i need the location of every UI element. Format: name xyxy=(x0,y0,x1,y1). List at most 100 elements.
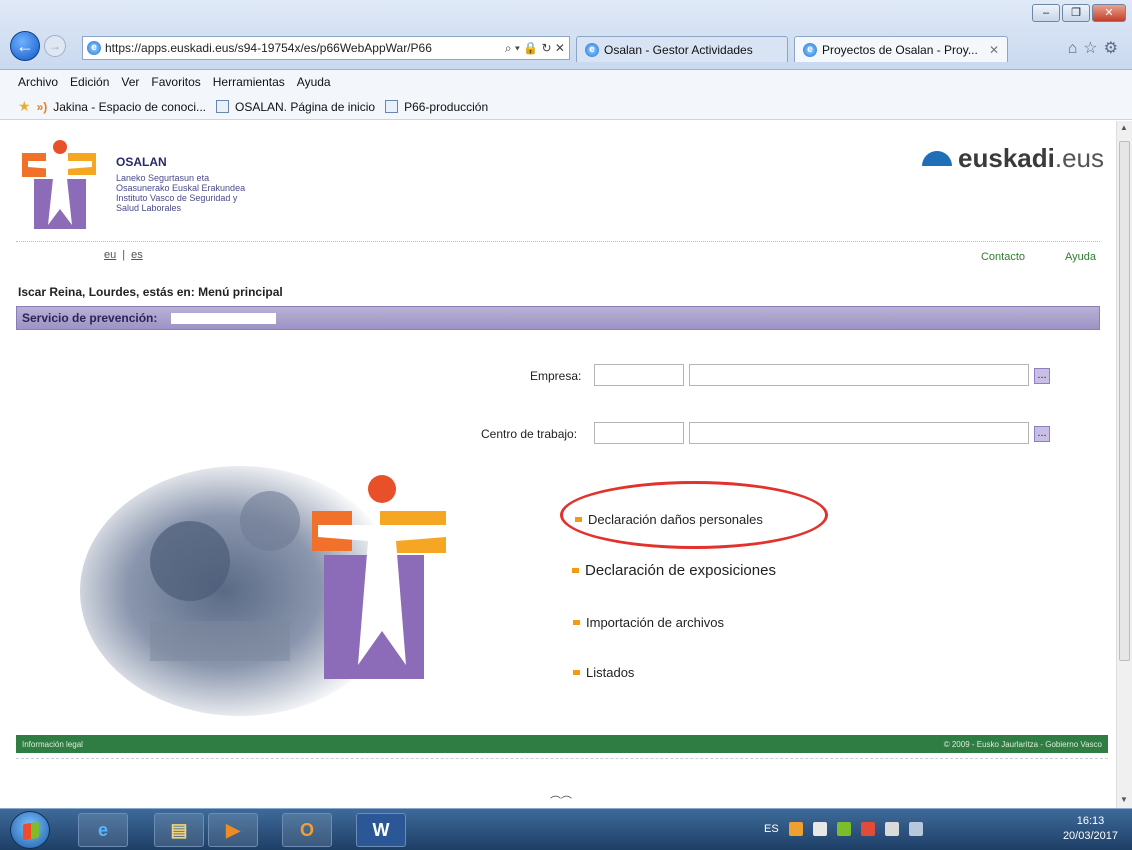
top-links: Contacto Ayuda xyxy=(981,251,1096,263)
copyright-text: © 2009 - Eusko Jaurlaritza - Gobierno Va… xyxy=(943,739,1102,749)
page-scrollbar[interactable]: ▲ ▼ xyxy=(1116,121,1132,808)
footer-bar: Información legal © 2009 - Eusko Jaurlar… xyxy=(16,735,1108,753)
forward-button[interactable]: → xyxy=(44,35,66,57)
favorites-bar: ★ ») Jakina - Espacio de conoci... OSALA… xyxy=(0,94,1132,120)
menu-favoritos[interactable]: Favoritos xyxy=(151,75,200,89)
minimize-button[interactable]: – xyxy=(1032,4,1060,22)
page-viewport: OSALAN Laneko Segurtasun eta Osasunerako… xyxy=(0,121,1116,808)
tray-alert-icon[interactable] xyxy=(860,822,875,836)
taskbar-explorer-icon[interactable]: ▤ xyxy=(154,813,204,847)
centro-code-input[interactable] xyxy=(594,422,684,444)
clock-time: 16:13 xyxy=(1076,815,1105,827)
start-button[interactable] xyxy=(10,811,50,849)
tab-label: Proyectos de Osalan - Proy... xyxy=(822,42,978,57)
menu-archivo[interactable]: Archivo xyxy=(18,75,58,89)
favorites-star-icon[interactable]: ★ xyxy=(18,98,31,115)
taskbar-clock[interactable]: 16:13 20/03/2017 xyxy=(1063,814,1118,844)
bullet-icon xyxy=(573,670,580,675)
browser-titlebar: – ❐ ✕ ← → e https://apps.euskadi.eus/s94… xyxy=(0,0,1132,70)
menu-link-importacion[interactable]: Importación de archivos xyxy=(573,615,724,630)
org-line-1: Laneko Segurtasun eta xyxy=(116,173,210,183)
org-line-2: Osasunerako Euskal Erakundea xyxy=(116,183,246,193)
favorite-osalan[interactable]: OSALAN. Página de inicio xyxy=(235,100,375,114)
scroll-thumb[interactable] xyxy=(1119,141,1130,661)
menu-link-label: Importación de archivos xyxy=(586,615,725,630)
lang-eu-link[interactable]: eu xyxy=(104,249,116,261)
close-window-button[interactable]: ✕ xyxy=(1092,4,1126,22)
empresa-lookup-button[interactable]: ... xyxy=(1034,368,1050,384)
page-icon xyxy=(385,100,399,113)
lang-es-link[interactable]: es xyxy=(131,249,143,261)
service-label: Servicio de prevención: xyxy=(22,311,158,325)
browser-tools-icons[interactable]: ⌂☆⚙ xyxy=(1068,38,1124,58)
tray-flag-icon[interactable] xyxy=(884,822,899,836)
back-button[interactable]: ← xyxy=(10,31,40,61)
workers-collage-image xyxy=(80,466,446,716)
header-divider xyxy=(16,241,1100,242)
ie-tab-icon: e xyxy=(803,42,817,57)
bullet-icon xyxy=(572,568,579,573)
tab-osalan-gestor[interactable]: e Osalan - Gestor Actividades xyxy=(576,36,788,62)
euskadi-dome-icon xyxy=(922,151,953,166)
menu-link-label: Declaración daños personales xyxy=(588,512,763,527)
help-link[interactable]: Ayuda xyxy=(1065,251,1096,263)
windows-taskbar: e ▤ ▶ O W ES 16:13 20/03/2017 xyxy=(0,808,1132,850)
feed-icon: ») xyxy=(36,99,48,114)
euskadi-logo[interactable]: euskadi.eus xyxy=(922,143,1104,174)
taskbar-media-icon[interactable]: ▶ xyxy=(208,813,258,847)
euskadi-brand: euskadi xyxy=(958,143,1055,173)
menu-link-label: Declaración de exposiciones xyxy=(585,562,776,579)
tray-office-icon[interactable] xyxy=(788,822,803,836)
menu-herramientas[interactable]: Herramientas xyxy=(213,75,285,89)
menu-link-declaracion-exposiciones[interactable]: Declaración de exposiciones xyxy=(572,562,776,579)
empresa-label: Empresa: xyxy=(530,369,582,383)
language-indicator[interactable]: ES xyxy=(764,823,779,835)
centro-label: Centro de trabajo: xyxy=(481,427,578,441)
address-url[interactable]: https://apps.euskadi.eus/s94-19754x/es/p… xyxy=(105,41,501,55)
legal-link[interactable]: Información legal xyxy=(22,740,83,749)
tray-volume-icon[interactable] xyxy=(908,822,923,836)
service-band: Servicio de prevención: xyxy=(16,306,1100,330)
redacted-value xyxy=(170,313,276,325)
menu-link-listados[interactable]: Listados xyxy=(573,665,634,680)
clock-date: 20/03/2017 xyxy=(1062,830,1118,842)
empresa-name-input[interactable] xyxy=(689,364,1029,386)
address-actions-icon[interactable]: ⌕ ▾ 🔒 ↻ ✕ xyxy=(505,41,569,56)
centro-name-input[interactable] xyxy=(689,422,1029,444)
lang-separator: | xyxy=(122,249,126,261)
menu-bar: Archivo Edición Ver Favoritos Herramient… xyxy=(0,70,1132,94)
contact-link[interactable]: Contacto xyxy=(981,251,1025,263)
menu-ayuda[interactable]: Ayuda xyxy=(297,75,331,89)
scroll-down-icon[interactable]: ▼ xyxy=(1120,795,1128,804)
address-bar[interactable]: e https://apps.euskadi.eus/s94-19754x/es… xyxy=(82,36,570,60)
osalan-logo xyxy=(22,140,96,229)
restore-button[interactable]: ❐ xyxy=(1062,4,1090,22)
tray-network-icon[interactable] xyxy=(812,822,827,836)
menu-link-declaracion-danos[interactable]: Declaración daños personales xyxy=(575,512,763,527)
euskadi-suffix: .eus xyxy=(1054,143,1104,173)
menu-edicion[interactable]: Edición xyxy=(70,75,109,89)
favorite-jakina[interactable]: Jakina - Espacio de conoci... xyxy=(53,100,206,114)
taskbar-ie-icon[interactable]: e xyxy=(78,813,128,847)
org-line-3: Instituto Vasco de Seguridad y xyxy=(116,193,238,203)
tray-app-icon[interactable] xyxy=(836,822,851,836)
menu-ver[interactable]: Ver xyxy=(121,75,139,89)
favorite-p66[interactable]: P66-producción xyxy=(404,100,488,114)
page-icon xyxy=(215,100,229,113)
menu-link-label: Listados xyxy=(586,665,635,680)
centro-lookup-button[interactable]: ... xyxy=(1034,426,1050,442)
bullet-icon xyxy=(575,517,582,522)
tab-close-icon[interactable]: ✕ xyxy=(989,43,999,57)
tab-proyectos-osalan[interactable]: e Proyectos de Osalan - Proy... ✕ xyxy=(794,36,1008,62)
taskbar-word-icon[interactable]: W xyxy=(356,813,406,847)
scroll-up-icon[interactable]: ▲ xyxy=(1120,123,1128,132)
ie-tab-icon: e xyxy=(585,42,599,57)
window-controls: – ❐ ✕ xyxy=(1032,4,1126,22)
system-tray: ES xyxy=(764,822,923,836)
breadcrumb: Iscar Reina, Lourdes, estás en: Menú pri… xyxy=(18,285,283,299)
taskbar-outlook-icon[interactable]: O xyxy=(282,813,332,847)
empresa-code-input[interactable] xyxy=(594,364,684,386)
tab-label: Osalan - Gestor Actividades xyxy=(604,42,753,57)
language-switcher: eu | es xyxy=(104,249,143,261)
footer-divider xyxy=(16,758,1108,759)
